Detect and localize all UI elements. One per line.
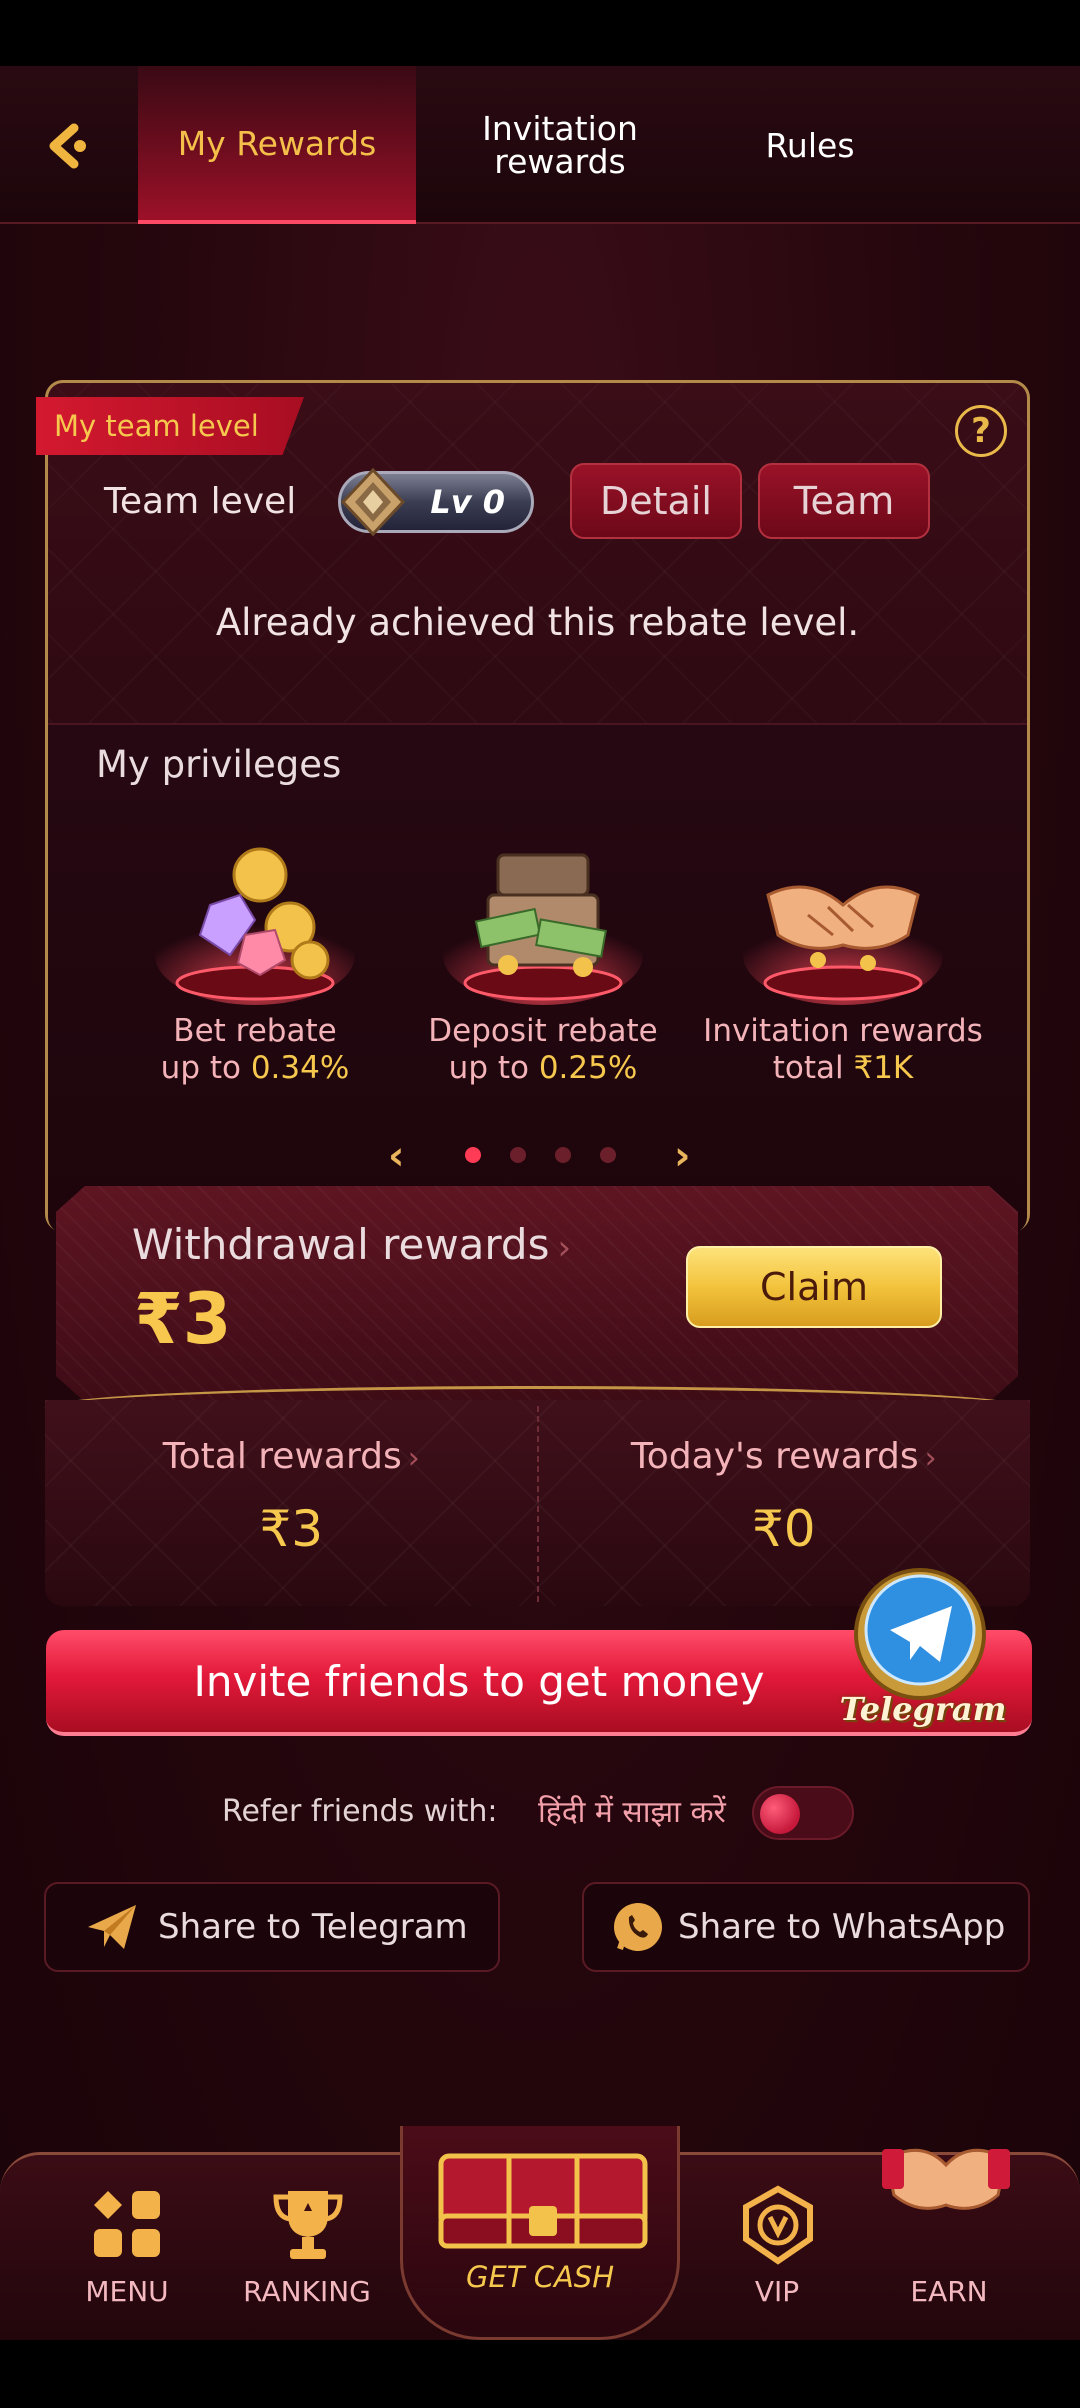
tab-my-rewards[interactable]: My Rewards (138, 66, 416, 224)
privilege-bet-rebate[interactable]: Bet rebate up to 0.34% (110, 835, 400, 1095)
invite-friends-label: Invite friends to get money (193, 1656, 765, 1706)
team-button[interactable]: Team (758, 463, 930, 539)
nav-earn[interactable]: EARN (874, 2148, 1024, 2340)
prev-arrow-icon[interactable]: ‹ (388, 1133, 404, 1179)
pager-dot[interactable] (465, 1147, 481, 1163)
tab-my-rewards-label: My Rewards (177, 123, 377, 163)
team-level-badge: My team level (36, 397, 304, 455)
app-screen: My Rewards Invitation rewards Rules My t… (0, 66, 1080, 2340)
chevron-right-icon: › (407, 1441, 420, 1476)
tab-rules-label: Rules (765, 125, 855, 165)
privilege-deposit-rebate[interactable]: Deposit rebate up to 0.25% (398, 835, 688, 1095)
deposit-rebate-title: Deposit rebate (428, 1013, 658, 1049)
level-gem-icon (340, 467, 406, 537)
chevron-right-icon: › (557, 1228, 572, 1268)
level-badge: Lv 0 (338, 467, 534, 537)
privilege-invitation-rewards-text: Invitation rewards total ₹1K (698, 1013, 988, 1087)
tab-invitation-rewards[interactable]: Invitation rewards (440, 66, 680, 224)
refer-hindi-label: हिंदी में साझा करें (538, 1795, 726, 1830)
today-rewards-link[interactable]: Today's rewards › (538, 1436, 1031, 1477)
nav-ranking[interactable]: RANKING (232, 2155, 382, 2340)
invitation-rewards-value: ₹1K (853, 1050, 914, 1087)
withdrawal-amount: ₹3 (134, 1278, 232, 1360)
bet-rebate-prefix: up to (160, 1050, 251, 1087)
team-level-label: Team level (104, 481, 297, 522)
next-arrow-icon[interactable]: › (674, 1133, 690, 1179)
detail-button-label: Detail (600, 479, 712, 523)
privilege-deposit-rebate-text: Deposit rebate up to 0.25% (398, 1013, 688, 1087)
privileges-section: My privileges Bet rebate up to 0.34% Dep… (48, 723, 1027, 1233)
tab-invitation-rewards-label: Invitation rewards (482, 109, 638, 181)
share-whatsapp-label: Share to WhatsApp (678, 1907, 1006, 1947)
bet-rebate-value: 0.34% (250, 1050, 350, 1087)
get-cash-button[interactable]: GET CASH (400, 2126, 680, 2340)
detail-button[interactable]: Detail (570, 463, 742, 539)
tab-rules[interactable]: Rules (710, 66, 910, 224)
top-bar: My Rewards Invitation rewards Rules (0, 66, 1080, 224)
privileges-title: My privileges (96, 743, 342, 786)
nav-earn-label: EARN (910, 2275, 988, 2308)
total-rewards-label: Total rewards (162, 1436, 402, 1477)
deposit-rebate-prefix: up to (448, 1050, 539, 1087)
back-arrow-icon (49, 123, 86, 169)
pager-dot[interactable] (555, 1147, 571, 1163)
share-telegram-label: Share to Telegram (158, 1907, 468, 1947)
telegram-badge-label: Telegram (839, 1690, 1007, 1728)
cash-chest-icon (443, 853, 643, 1005)
privilege-bet-rebate-text: Bet rebate up to 0.34% (110, 1013, 400, 1087)
withdrawal-rewards-panel: Withdrawal rewards › ₹3 Claim (56, 1186, 1018, 1402)
refer-label: Refer friends with: (222, 1794, 498, 1829)
trophy-icon (273, 2191, 343, 2259)
gems-coins-icon (155, 847, 355, 1005)
deposit-rebate-value: 0.25% (538, 1050, 638, 1087)
help-icon[interactable]: ? (955, 405, 1007, 457)
invitation-rewards-title: Invitation rewards (703, 1013, 983, 1049)
privilege-invitation-rewards[interactable]: Invitation rewards total ₹1K (698, 835, 988, 1095)
today-rewards-label: Today's rewards (630, 1436, 919, 1477)
telegram-float-button[interactable]: Telegram (824, 1562, 1022, 1742)
share-whatsapp-button[interactable]: Share to WhatsApp (582, 1882, 1030, 1972)
today-rewards-value: ₹0 (751, 1500, 816, 1558)
menu-icon (94, 2191, 160, 2257)
handshake-icon (743, 885, 943, 1005)
claim-button-label: Claim (760, 1265, 868, 1309)
total-rewards-value: ₹3 (259, 1500, 324, 1558)
vip-shield-icon (743, 2185, 813, 2265)
achieved-text: Already achieved this rebate level. (215, 601, 860, 644)
withdrawal-label: Withdrawal rewards (132, 1220, 550, 1269)
chevron-right-icon: › (924, 1441, 937, 1476)
claim-button[interactable]: Claim (686, 1246, 942, 1328)
pager-dot[interactable] (600, 1147, 616, 1163)
toggle-knob (760, 1794, 800, 1834)
pager-dot[interactable] (510, 1147, 526, 1163)
team-button-label: Team (793, 479, 895, 523)
nav-vip[interactable]: VIP (702, 2155, 852, 2340)
invitation-rewards-prefix: total (772, 1050, 854, 1087)
privileges-pager: ‹ › (48, 1133, 1027, 1179)
total-rewards-link[interactable]: Total rewards › (45, 1436, 538, 1477)
get-cash-label: GET CASH (465, 2260, 615, 2294)
nav-vip-label: VIP (754, 2275, 800, 2308)
bet-rebate-title: Bet rebate (173, 1013, 337, 1049)
withdrawal-rewards-link[interactable]: Withdrawal rewards › (132, 1220, 571, 1269)
nav-menu-label: MENU (85, 2275, 169, 2308)
hindi-share-toggle[interactable] (752, 1786, 854, 1840)
treasure-chest-icon (438, 2153, 648, 2249)
nav-ranking-label: RANKING (243, 2275, 371, 2308)
whatsapp-icon (614, 1903, 662, 1951)
paper-plane-icon (88, 1905, 136, 1949)
share-telegram-button[interactable]: Share to Telegram (44, 1882, 500, 1972)
handshake-icon (882, 2148, 1010, 2210)
back-button[interactable] (28, 110, 108, 182)
level-value: Lv 0 (430, 483, 505, 521)
nav-menu[interactable]: MENU (52, 2155, 202, 2340)
team-level-card: My team level ? Team level Lv 0 Detail T… (36, 380, 1030, 1233)
